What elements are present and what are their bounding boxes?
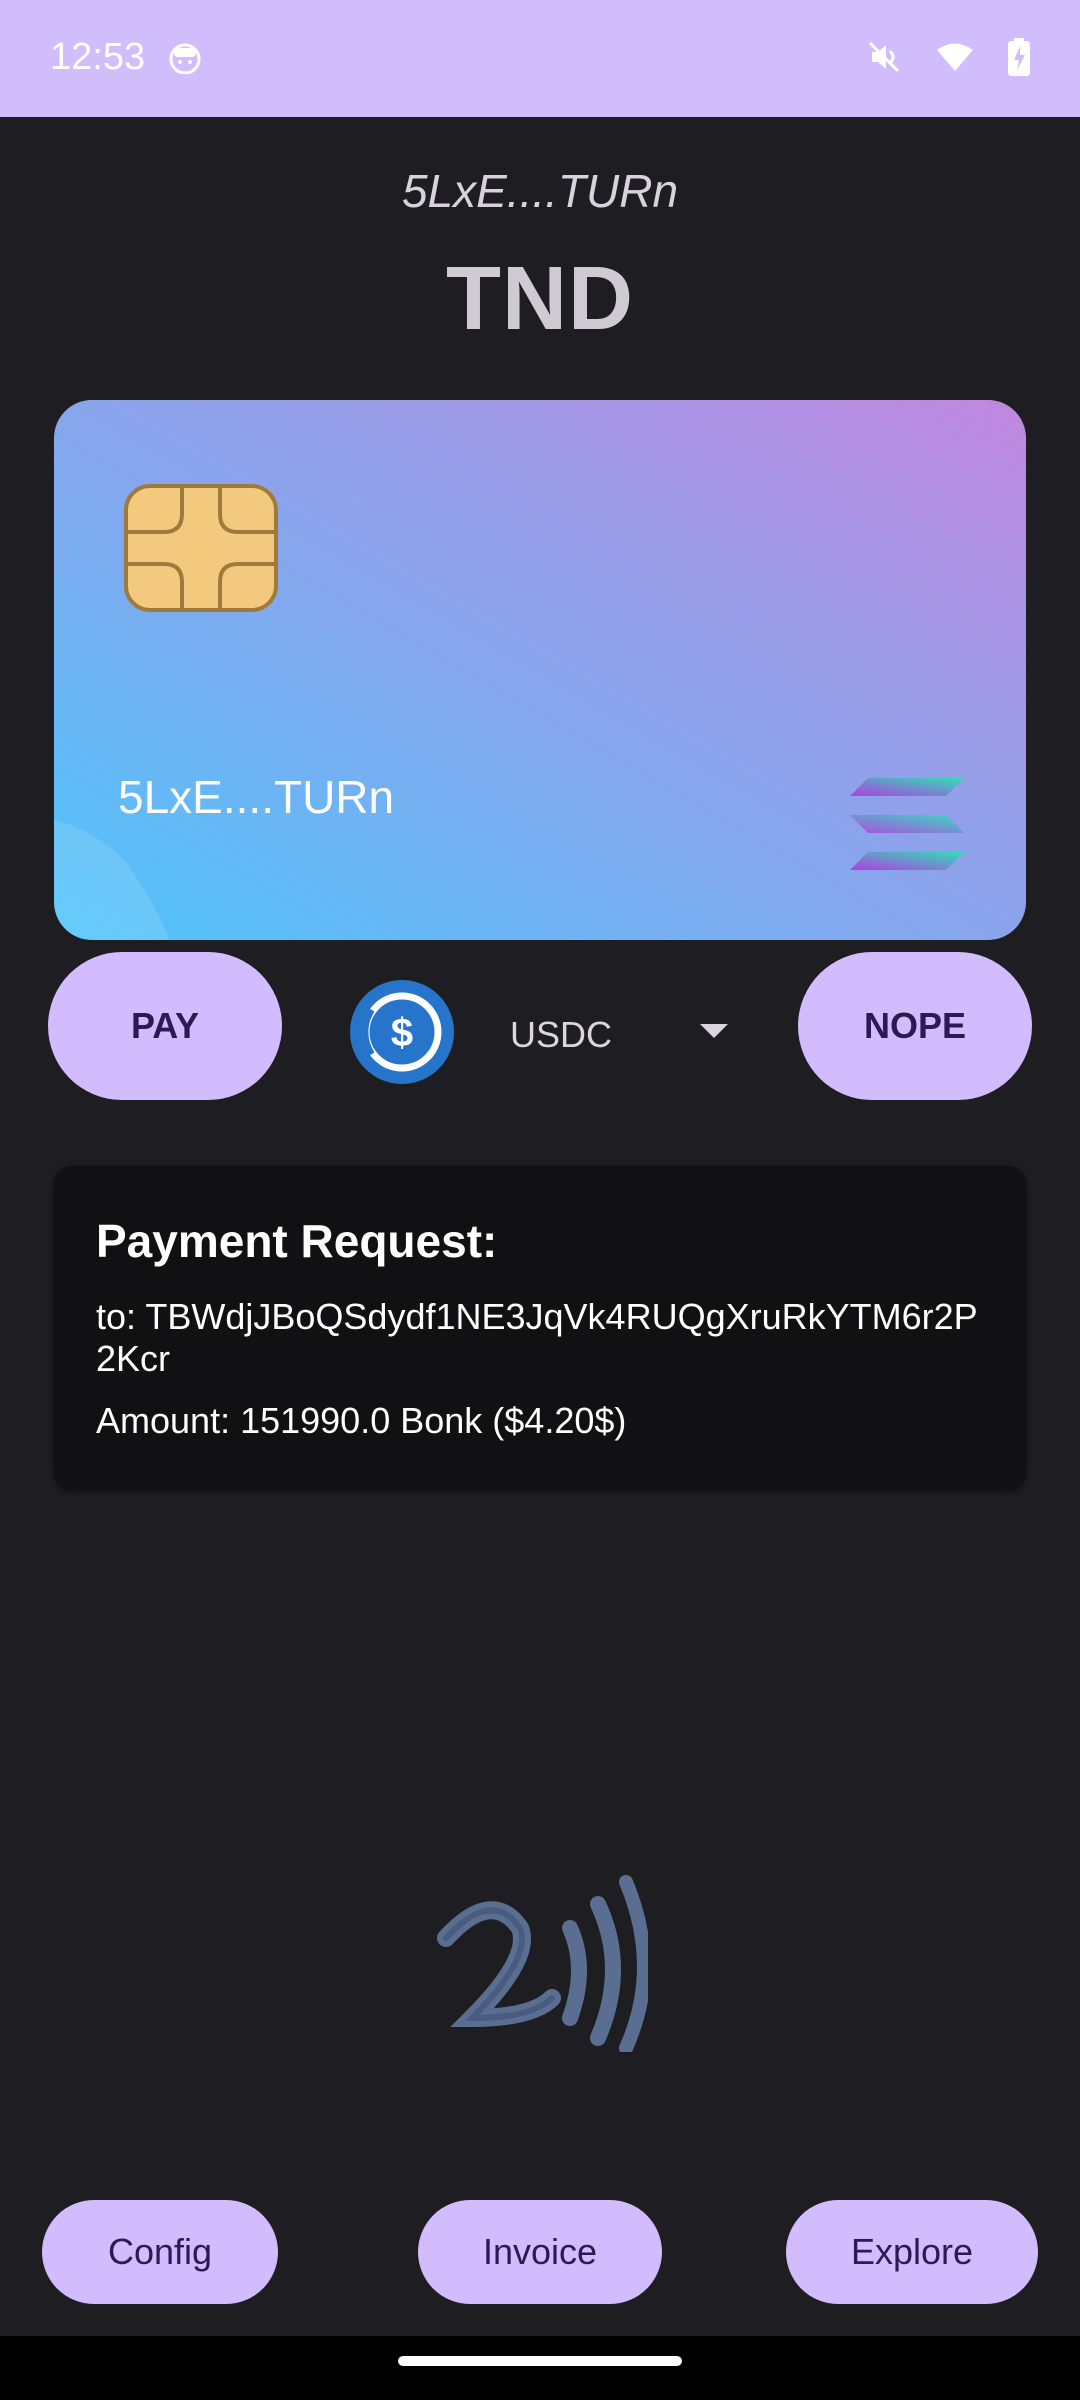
payment-request-card: Payment Request: to: TBWdjJBoQSdydf1NE3J…: [54, 1166, 1026, 1490]
wallet-address-short: 5LxE....TURn: [401, 165, 679, 217]
invoice-button[interactable]: Invoice: [418, 2200, 662, 2304]
mute-icon: [866, 39, 902, 75]
token-title: TND: [446, 249, 634, 349]
system-nav-bar: [0, 2336, 1080, 2400]
wallet-card: 5LxE....TURn: [54, 400, 1026, 940]
svg-text:$: $: [391, 1011, 413, 1055]
nope-button[interactable]: NOPE: [798, 952, 1032, 1100]
pay-button[interactable]: PAY: [48, 952, 282, 1100]
chip-icon: [124, 484, 278, 612]
usdc-icon: $: [350, 980, 454, 1084]
payment-request-to: to: TBWdjJBoQSdydf1NE3JqVk4RUQgXruRkYTM6…: [96, 1296, 978, 1379]
status-bar: 12:53: [0, 0, 1080, 117]
token-selected-label: USDC: [510, 1014, 613, 1055]
battery-charging-icon: [1008, 38, 1030, 76]
solana-logo-icon: [850, 778, 964, 870]
config-button[interactable]: Config: [42, 2200, 278, 2304]
card-address: 5LxE....TURn: [118, 771, 395, 823]
explore-button[interactable]: Explore: [786, 2200, 1038, 2304]
wifi-icon: [936, 41, 974, 73]
home-gesture-handle[interactable]: [398, 2356, 682, 2366]
robot-icon: [168, 42, 202, 75]
dropdown-arrow-icon[interactable]: [700, 1024, 728, 1040]
token-selector[interactable]: $ USDC: [350, 980, 740, 1084]
nfc-icon: [437, 1875, 648, 2052]
payment-request-title: Payment Request:: [96, 1215, 498, 1267]
status-time: 12:53: [50, 36, 146, 78]
payment-request-amount: Amount: 151990.0 Bonk ($4.20$): [96, 1400, 627, 1441]
card-wave-decoration: [54, 820, 169, 940]
